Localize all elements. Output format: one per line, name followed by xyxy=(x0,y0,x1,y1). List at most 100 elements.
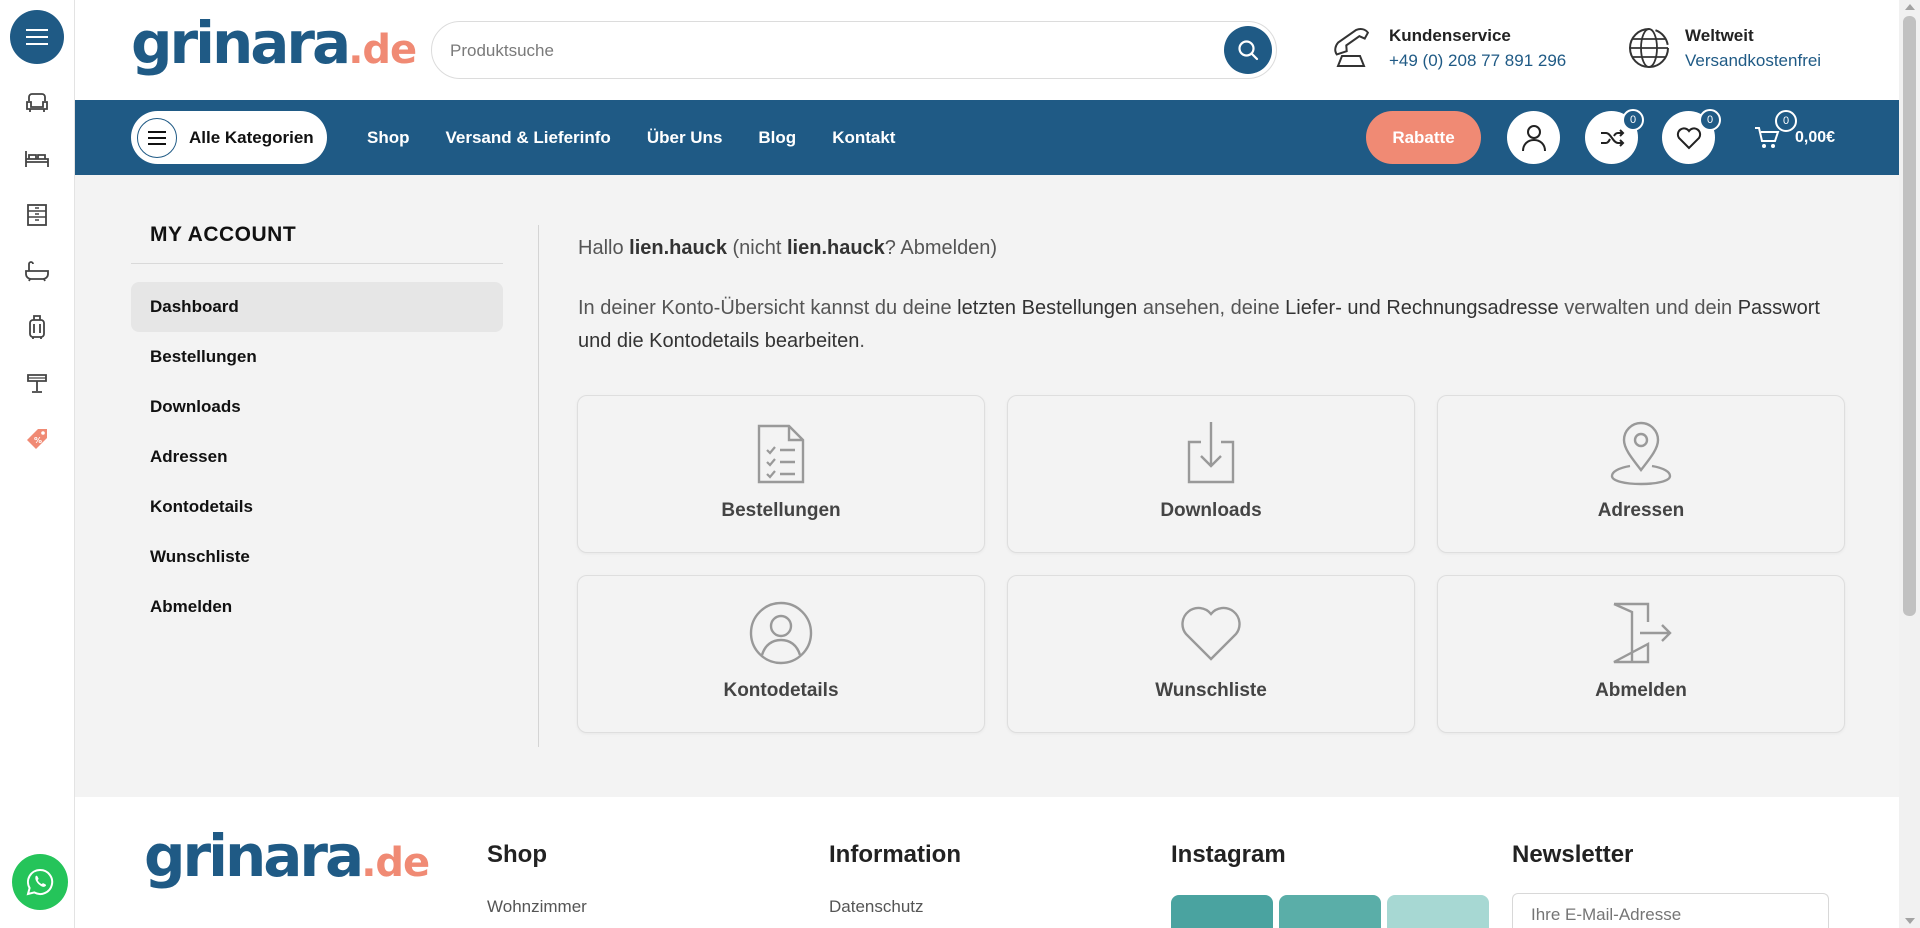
account-menu-bestellungen[interactable]: Bestellungen xyxy=(131,332,503,382)
account-menu-downloads[interactable]: Downloads xyxy=(131,382,503,432)
greeting-prefix: Hallo xyxy=(578,237,630,259)
instagram-post[interactable] xyxy=(1171,895,1273,928)
page-title: MY ACCOUNT xyxy=(131,223,503,264)
desc-text-2: ansehen, deine xyxy=(1137,297,1286,319)
nav-link-versand[interactable]: Versand & Lieferinfo xyxy=(446,128,611,148)
card-label: Downloads xyxy=(1160,500,1262,521)
whatsapp-button[interactable] xyxy=(12,854,68,910)
user-icon xyxy=(1521,124,1546,151)
category-rail: % xyxy=(0,0,75,928)
greeting: Hallo lien.hauck (nicht lien.hauck? Abme… xyxy=(578,237,1848,260)
wishlist-button[interactable]: 0 xyxy=(1662,109,1721,164)
page-scrollbar[interactable] xyxy=(1899,0,1920,928)
footer-shop-title: Shop xyxy=(487,841,547,868)
heart-icon xyxy=(1676,126,1701,149)
footer-logo[interactable]: grinara.de xyxy=(144,827,430,886)
shuffle-icon xyxy=(1600,128,1624,147)
desc-text-4: . xyxy=(859,330,865,352)
nav-link-kontakt[interactable]: Kontakt xyxy=(832,128,895,148)
footer-shop-column: Shop Wohnzimmer xyxy=(487,841,587,917)
sale-tag-icon[interactable]: % xyxy=(22,424,52,454)
card-label: Wunschliste xyxy=(1155,680,1267,701)
all-categories-button[interactable]: Alle Kategorien xyxy=(131,111,327,164)
account-menu-kontodetails[interactable]: Kontodetails xyxy=(131,482,503,532)
footer-information-column: Information Datenschutz xyxy=(829,841,961,917)
menu-toggle-button[interactable] xyxy=(10,10,64,64)
card-adressen[interactable]: Adressen xyxy=(1437,395,1845,553)
logo-tld: .de xyxy=(361,840,430,886)
card-abmelden[interactable]: Abmelden xyxy=(1437,575,1845,733)
cart-icon xyxy=(1755,127,1780,148)
luggage-icon[interactable] xyxy=(22,312,52,342)
account-menu-abmelden[interactable]: Abmelden xyxy=(131,582,503,632)
compare-button[interactable]: 0 xyxy=(1585,109,1644,164)
wardrobe-icon[interactable] xyxy=(22,200,52,230)
account-menu-wunschliste[interactable]: Wunschliste xyxy=(131,532,503,582)
service-phone[interactable]: +49 (0) 208 77 891 296 xyxy=(1389,51,1566,71)
search-button[interactable] xyxy=(1224,26,1272,74)
orders-clipboard-icon xyxy=(746,418,816,488)
nav-link-blog[interactable]: Blog xyxy=(758,128,796,148)
cart-total: 0,00€ xyxy=(1795,129,1836,146)
card-kontodetails[interactable]: Kontodetails xyxy=(577,575,985,733)
nav-link-ueber-uns[interactable]: Über Uns xyxy=(647,128,723,148)
site-logo[interactable]: grinara.de xyxy=(131,14,417,73)
phone-icon xyxy=(1329,24,1377,72)
account-menu-adressen[interactable]: Adressen xyxy=(131,432,503,482)
search-icon xyxy=(1238,40,1259,61)
footer-link-wohnzimmer[interactable]: Wohnzimmer xyxy=(487,897,587,917)
dashboard-content: Hallo lien.hauck (nicht lien.hauck? Abme… xyxy=(577,237,1848,733)
footer-information-title: Information xyxy=(829,841,961,868)
greeting-mid: (nicht xyxy=(726,237,787,259)
footer-newsletter-title: Newsletter xyxy=(1512,841,1634,868)
globe-icon xyxy=(1625,24,1673,72)
instagram-post[interactable] xyxy=(1387,895,1489,928)
card-downloads[interactable]: Downloads xyxy=(1007,395,1415,553)
nav-links: Shop Versand & Lieferinfo Über Uns Blog … xyxy=(367,100,895,175)
bathtub-icon[interactable] xyxy=(22,256,52,286)
svg-text:%: % xyxy=(34,436,42,445)
nav-link-shop[interactable]: Shop xyxy=(367,128,410,148)
download-icon xyxy=(1176,418,1246,488)
location-pin-icon xyxy=(1606,418,1676,488)
site-footer: grinara.de Shop Wohnzimmer Information D… xyxy=(75,797,1899,928)
dashboard-description: In deiner Konto-Übersicht kannst du dein… xyxy=(578,292,1848,358)
account-menu-dashboard[interactable]: Dashboard xyxy=(131,282,503,332)
footer-instagram-column: Instagram xyxy=(1171,841,1489,928)
newsletter-email-input[interactable] xyxy=(1512,893,1829,928)
search-input[interactable] xyxy=(450,36,1190,66)
card-label: Kontodetails xyxy=(723,680,839,701)
rabatte-button[interactable]: Rabatte xyxy=(1366,111,1481,164)
bed-icon[interactable] xyxy=(22,144,52,174)
armchair-icon[interactable] xyxy=(22,88,52,118)
lamp-icon[interactable] xyxy=(22,368,52,398)
heart-icon xyxy=(1176,598,1246,668)
customer-service[interactable]: Kundenservice +49 (0) 208 77 891 296 xyxy=(1329,24,1566,72)
dashboard-cards: Bestellungen Downloads Adressen Kontodet… xyxy=(577,395,1845,733)
footer-link-datenschutz[interactable]: Datenschutz xyxy=(829,897,961,917)
card-label: Abmelden xyxy=(1595,680,1687,701)
user-circle-icon xyxy=(746,598,816,668)
scroll-down-arrow[interactable] xyxy=(1905,918,1915,924)
all-categories-label: Alle Kategorien xyxy=(189,127,314,147)
scrollbar-thumb[interactable] xyxy=(1903,16,1916,616)
main-nav: Alle Kategorien Shop Versand & Lieferinf… xyxy=(75,100,1899,175)
logo-tld: .de xyxy=(348,27,417,73)
wishlist-count-badge: 0 xyxy=(1699,109,1721,131)
greeting-logout-link[interactable]: ? Abmelden) xyxy=(885,237,997,259)
recent-orders-link[interactable]: letzten Bestellungen xyxy=(957,297,1137,319)
logout-door-icon xyxy=(1606,598,1676,668)
account-menu: Dashboard Bestellungen Downloads Adresse… xyxy=(131,282,503,632)
greeting-username-2: lien.hauck xyxy=(786,237,885,259)
account-button[interactable] xyxy=(1507,111,1560,164)
greeting-username: lien.hauck xyxy=(629,237,727,259)
cart-button[interactable]: 0 0,00€ xyxy=(1749,110,1836,156)
addresses-link[interactable]: Liefer- und Rechnungsadresse xyxy=(1285,297,1559,319)
instagram-post[interactable] xyxy=(1279,895,1381,928)
whatsapp-icon xyxy=(26,868,54,896)
scroll-up-arrow[interactable] xyxy=(1905,4,1915,10)
desc-text-3: verwalten und dein xyxy=(1558,297,1738,319)
card-wunschliste[interactable]: Wunschliste xyxy=(1007,575,1415,733)
hamburger-icon xyxy=(137,117,177,158)
card-bestellungen[interactable]: Bestellungen xyxy=(577,395,985,553)
